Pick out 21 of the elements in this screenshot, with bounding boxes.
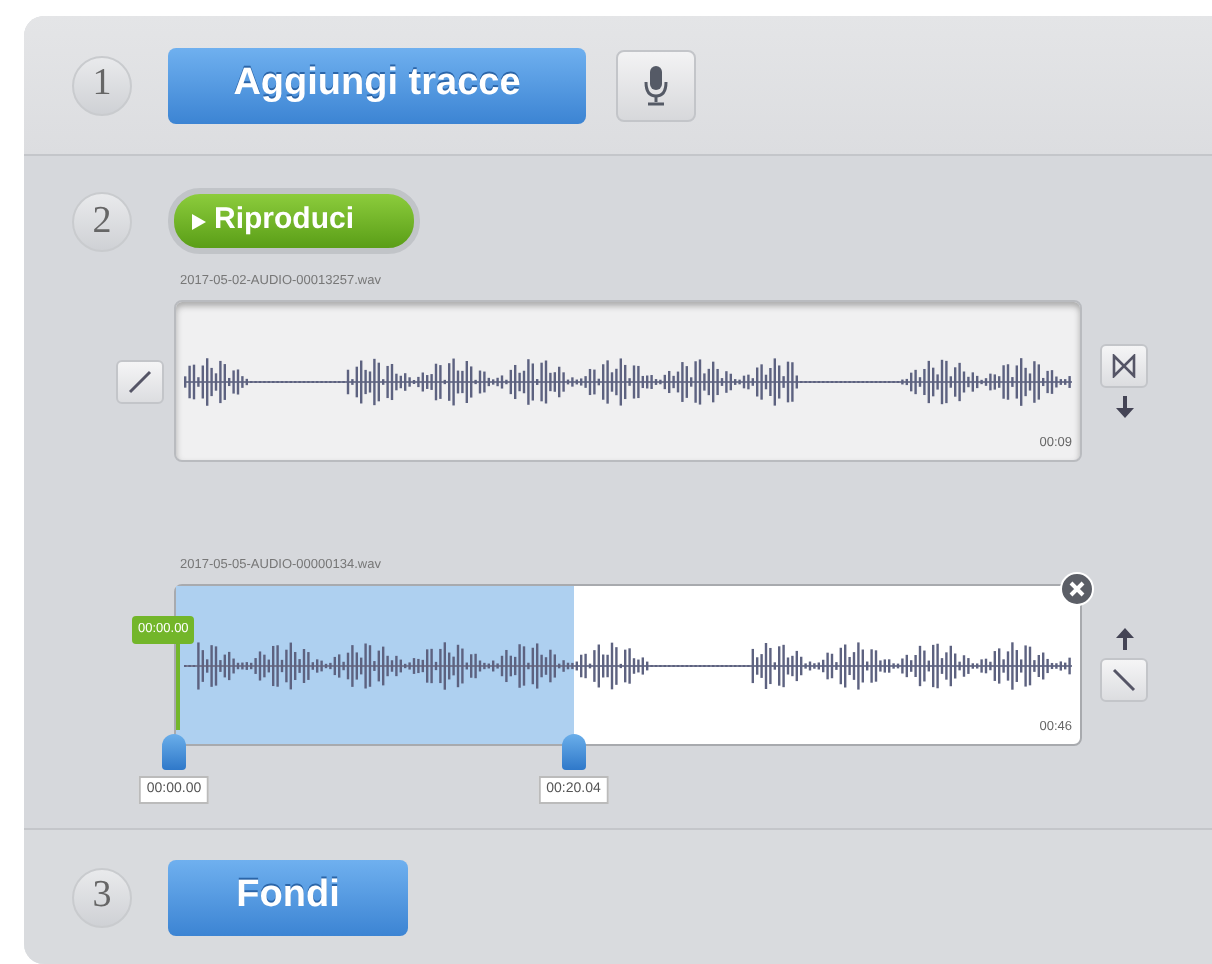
diagonal-line-icon: [128, 369, 152, 393]
start-marker-line: [176, 644, 180, 730]
play-icon: [192, 213, 206, 229]
up-arrow-icon: [1115, 628, 1133, 650]
down-arrow-icon: [1115, 396, 1133, 418]
microphone-icon: [642, 65, 670, 105]
range-handle[interactable]: [561, 734, 586, 770]
bowtie-button[interactable]: [1100, 344, 1148, 388]
range-handle[interactable]: [162, 734, 186, 770]
merge-button[interactable]: Fondi: [168, 859, 408, 935]
step-number: 2: [72, 192, 132, 252]
bowtie-icon: [1112, 354, 1136, 378]
diagonal-line-icon: [1112, 668, 1136, 692]
step-number: 3: [72, 867, 132, 927]
line-tool-button[interactable]: [116, 359, 164, 403]
close-icon[interactable]: [1060, 572, 1094, 606]
line-tool-button[interactable]: [1100, 658, 1148, 702]
play-button[interactable]: Riproduci: [168, 188, 420, 254]
add-tracks-button[interactable]: Aggiungi tracce: [168, 47, 586, 123]
microphone-button[interactable]: [616, 49, 696, 121]
step-number: 1: [72, 55, 132, 115]
